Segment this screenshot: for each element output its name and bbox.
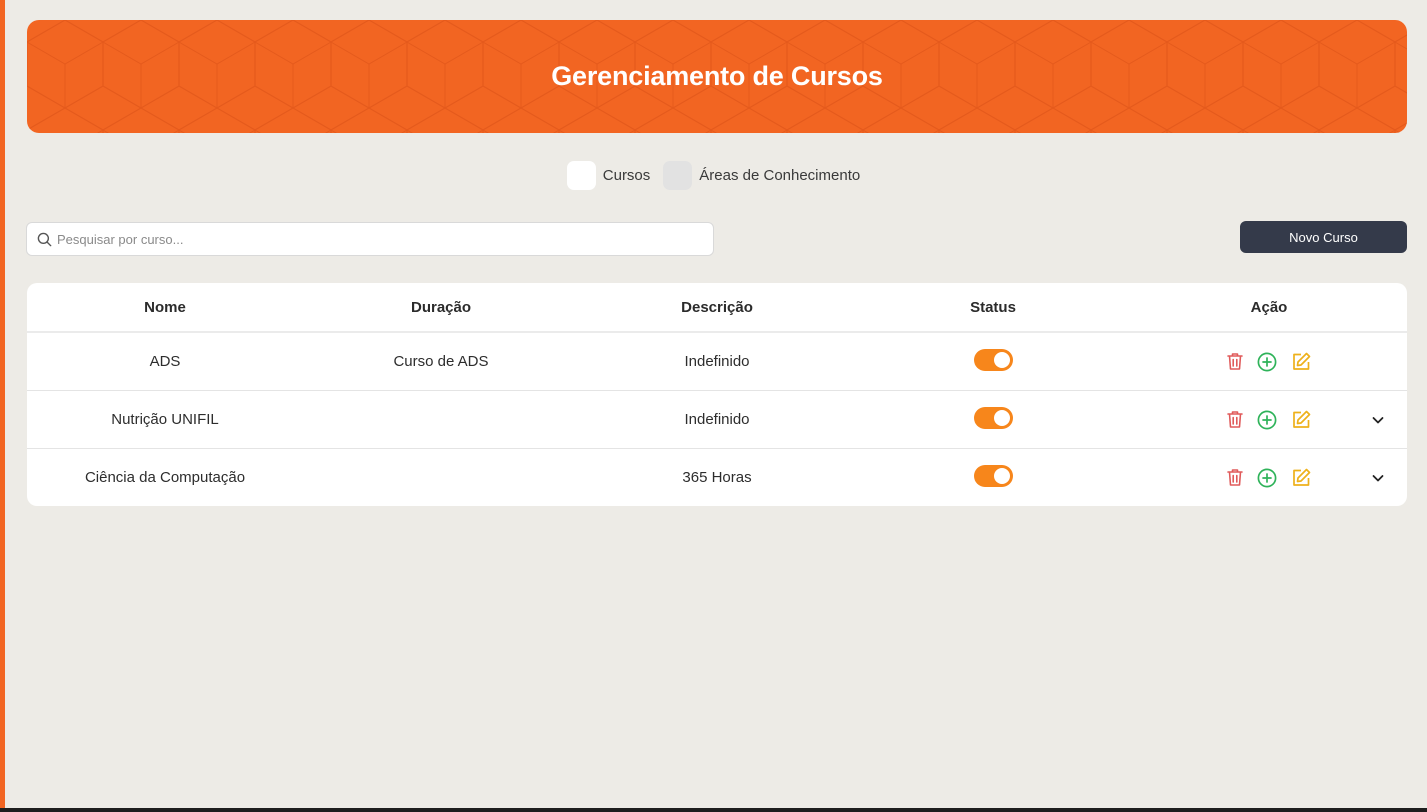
column-header-nome: Nome: [144, 298, 186, 316]
table-row: Ciência da Computação 365 Horas: [27, 449, 1407, 506]
search-icon: [37, 232, 52, 247]
cell-status: [855, 348, 1131, 371]
search-box[interactable]: [26, 222, 714, 256]
table-header: Nome Duração Descrição Status Ação: [27, 283, 1407, 333]
edit-icon[interactable]: [1290, 467, 1312, 489]
table-row: Nutrição UNIFIL Indefinido: [27, 391, 1407, 449]
chevron-down-icon[interactable]: [1370, 470, 1386, 486]
cell-status: [855, 406, 1131, 429]
tab-cursos-label[interactable]: Cursos: [603, 167, 651, 184]
cell-descricao: 365 Horas: [682, 469, 752, 486]
new-course-button[interactable]: Novo Curso: [1240, 221, 1407, 253]
trash-icon[interactable]: [1226, 351, 1244, 373]
cell-acoes: [1131, 409, 1407, 431]
cell-acoes: [1131, 351, 1407, 373]
chevron-down-icon[interactable]: [1370, 412, 1386, 428]
toggle-knob: [993, 351, 1010, 368]
status-toggle[interactable]: [973, 348, 1013, 371]
tab-areas-indicator[interactable]: [663, 161, 693, 190]
plus-circle-icon[interactable]: [1256, 409, 1278, 431]
status-toggle[interactable]: [973, 406, 1013, 429]
cell-nome: ADS: [149, 353, 181, 370]
cell-nome: Ciência da Computação: [84, 469, 246, 486]
column-header-acao: Ação: [1250, 298, 1288, 316]
toggle-knob: [993, 467, 1010, 484]
left-accent-bar: [0, 0, 5, 812]
plus-circle-icon[interactable]: [1256, 467, 1278, 489]
cell-duracao: Curso de ADS: [393, 353, 489, 370]
courses-table: Nome Duração Descrição Status Ação ADS Cu…: [27, 283, 1407, 506]
tab-areas[interactable]: Áreas de Conhecimento: [663, 161, 860, 190]
cell-status: [855, 464, 1131, 487]
trash-icon[interactable]: [1226, 467, 1244, 489]
toggle-knob: [993, 409, 1010, 426]
page-title: Gerenciamento de Cursos: [551, 61, 883, 91]
tab-areas-label[interactable]: Áreas de Conhecimento: [699, 167, 860, 184]
table-row: ADS Curso de ADS Indefinido: [27, 333, 1407, 391]
bottom-bar: [0, 808, 1427, 812]
cell-descricao: Indefinido: [684, 353, 750, 370]
edit-icon[interactable]: [1290, 409, 1312, 431]
column-header-duracao: Duração: [410, 298, 472, 316]
trash-icon[interactable]: [1226, 409, 1244, 431]
tab-cursos-indicator[interactable]: [566, 161, 596, 190]
edit-icon[interactable]: [1290, 351, 1312, 373]
search-input[interactable]: [57, 231, 697, 247]
cell-acoes: [1131, 467, 1407, 489]
column-header-status: Status: [970, 298, 1016, 316]
tab-cursos[interactable]: Cursos: [566, 161, 651, 190]
header-banner: Gerenciamento de Cursos: [27, 20, 1407, 133]
plus-circle-icon[interactable]: [1256, 351, 1278, 373]
column-header-descricao: Descrição: [681, 298, 753, 316]
status-toggle[interactable]: [973, 464, 1013, 487]
cell-nome: Nutrição UNIFIL: [111, 411, 219, 428]
cell-descricao: Indefinido: [684, 411, 750, 428]
view-tabs: Cursos Áreas de Conhecimento: [0, 161, 1427, 190]
